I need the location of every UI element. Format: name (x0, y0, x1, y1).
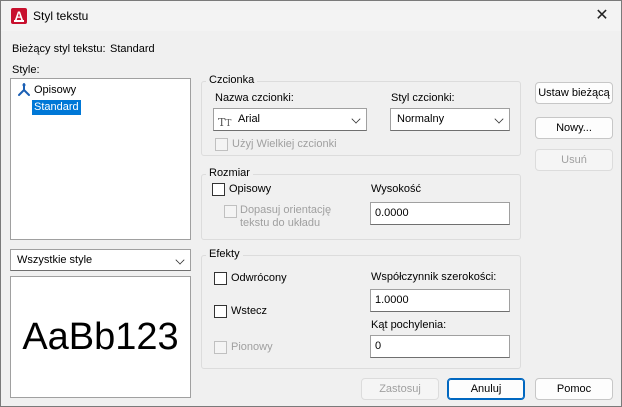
style-filter-dropdown[interactable]: Wszystkie style (10, 249, 191, 271)
width-factor-input[interactable]: 1.0000 (370, 289, 510, 312)
style-filter-value: Wszystkie style (17, 254, 93, 266)
font-style-dropdown[interactable]: Normalny (390, 108, 510, 131)
backwards-label: Wstecz (231, 305, 268, 317)
current-style-label: Bieżący styl tekstu: (12, 43, 106, 55)
delete-button[interactable]: Usuń (535, 149, 613, 171)
font-style-label: Styl czcionki: (391, 92, 455, 104)
vertical-checkbox[interactable] (214, 341, 227, 354)
style-preview: AaBb123 (10, 276, 191, 398)
vertical-label: Pionowy (231, 341, 273, 353)
font-style-value: Normalny (397, 113, 445, 125)
style-item-standard[interactable]: Standard (32, 100, 81, 115)
match-orientation-label-line2: tekstu do układu (240, 217, 321, 229)
cancel-button[interactable]: Anuluj (447, 378, 525, 400)
window-title: Styl tekstu (33, 9, 89, 23)
upside-down-checkbox[interactable] (214, 272, 227, 285)
size-group-title: Rozmiar (206, 167, 253, 179)
style-item-opisowy[interactable]: Opisowy (32, 83, 78, 98)
truetype-font-icon: TT (218, 116, 232, 129)
match-orientation-checkbox[interactable] (224, 205, 237, 218)
font-name-label: Nazwa czcionki: (215, 92, 294, 104)
title-bar[interactable]: A Styl tekstu ✕ (1, 1, 621, 31)
backwards-checkbox[interactable] (214, 305, 227, 318)
close-button[interactable]: ✕ (591, 5, 613, 27)
preview-text: AaBb123 (22, 316, 179, 358)
effects-group-title: Efekty (206, 248, 243, 260)
upside-down-label: Odwrócony (231, 272, 287, 284)
font-group-title: Czcionka (206, 74, 258, 86)
autocad-app-icon: A (11, 8, 27, 24)
use-big-font-label: Użyj Wielkiej czcionki (232, 138, 337, 150)
styles-label: Style: (12, 64, 40, 76)
height-input[interactable]: 0.0000 (370, 202, 510, 225)
width-factor-label: Współczynnik szerokości: (371, 271, 497, 283)
new-button[interactable]: Nowy... (535, 117, 613, 139)
font-name-label-text: Nazwa czcionki: (215, 92, 294, 104)
annotative-icon (18, 83, 30, 96)
styles-list[interactable]: Opisowy Standard (10, 78, 191, 240)
current-style-value: Standard (110, 43, 155, 55)
chevron-down-icon (175, 255, 185, 265)
text-style-dialog: A Styl tekstu ✕ Bieżący styl tekstu: Sta… (0, 0, 622, 407)
apply-button[interactable]: Zastosuj (361, 378, 439, 400)
size-annotative-label: Opisowy (229, 183, 272, 195)
chevron-down-icon (494, 114, 504, 124)
chevron-down-icon (351, 114, 361, 124)
size-annotative-checkbox[interactable] (212, 183, 225, 196)
height-label: Wysokość (371, 183, 422, 195)
font-name-dropdown[interactable]: TT Arial (213, 108, 367, 131)
oblique-angle-label: Kąt pochylenia: (371, 319, 447, 331)
set-current-button[interactable]: Ustaw bieżącą (535, 82, 613, 104)
font-name-value: Arial (238, 113, 261, 125)
help-button[interactable]: Pomoc (535, 378, 613, 400)
match-orientation-label-line1: Dopasuj orientację (240, 204, 332, 216)
oblique-angle-input[interactable]: 0 (370, 335, 510, 358)
use-big-font-checkbox[interactable] (215, 138, 228, 151)
